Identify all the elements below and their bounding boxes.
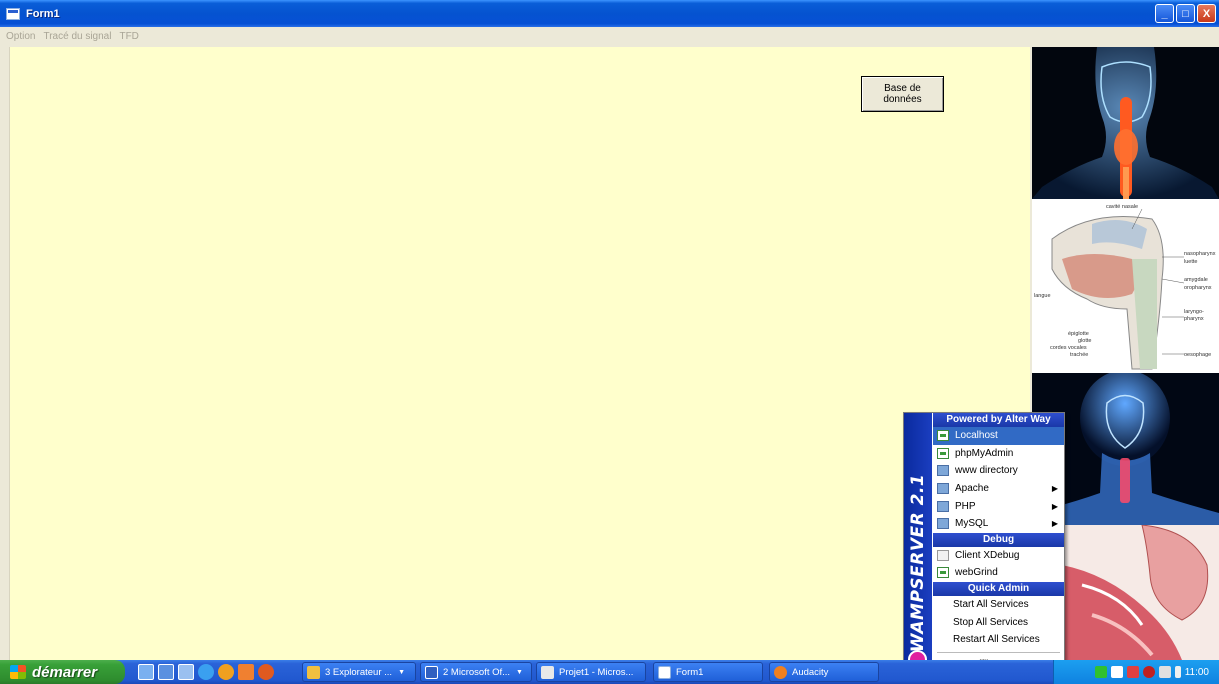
menu-tfd[interactable]: TFD [119, 31, 138, 42]
menubar: Option Tracé du signal TFD [0, 27, 1219, 46]
wamp-header-quick-admin: Quick Admin [933, 581, 1064, 596]
label-glotte: glotte [1078, 338, 1092, 344]
document-icon [937, 549, 949, 561]
task-explorateur[interactable]: 3 Explorateur ... ▼ [302, 662, 416, 682]
close-button[interactable]: X [1197, 4, 1216, 23]
menu-item-www-directory[interactable]: www directory [933, 462, 1064, 480]
menu-trace-du-signal[interactable]: Tracé du signal [43, 31, 111, 42]
folder-icon [937, 483, 949, 495]
minimize-button[interactable]: _ [1155, 4, 1174, 23]
database-button-label-line1: Base de [884, 83, 921, 94]
page-icon [937, 430, 949, 442]
label-epiglotte: épiglotte [1068, 331, 1089, 337]
window-controls: _ □ X [1155, 4, 1216, 23]
folder-icon [937, 500, 949, 512]
label-langue: langue [1034, 293, 1051, 299]
label-amygdale: amygdale [1184, 277, 1208, 283]
window-titlebar[interactable]: Form1 _ □ X [0, 0, 1219, 27]
audacity-icon [774, 665, 787, 679]
menu-item-mysql[interactable]: MySQL ▶ [933, 515, 1064, 533]
menu-separator [933, 649, 1064, 656]
label-luette: luette [1184, 259, 1198, 265]
start-label: démarrer [32, 663, 98, 681]
app-icon [6, 7, 20, 20]
dropdown-arrow-icon: ▼ [516, 668, 523, 676]
chrome-icon[interactable] [218, 664, 234, 680]
menu-option[interactable]: Option [6, 31, 35, 42]
label-laryngo: laryngo- [1184, 309, 1204, 315]
submenu-arrow-icon: ▶ [1051, 484, 1058, 494]
form-canvas [9, 47, 1030, 660]
page-icon [937, 447, 949, 459]
throat-xray-image [1032, 47, 1219, 199]
wamp-side-banner: WAMPSERVER 2.1 [904, 413, 932, 673]
internet-explorer-icon[interactable] [198, 664, 214, 680]
vb-project-icon [541, 665, 554, 679]
menu-item-restart-all-services[interactable]: Restart All Services [933, 631, 1064, 649]
network-icon[interactable] [178, 664, 194, 680]
folder-icon [307, 665, 320, 679]
wamp-side-title: WAMPSERVER 2.1 [908, 473, 928, 653]
throat-diagram-image: cavité nasale nasopharynx luette amygdal… [1032, 199, 1219, 373]
database-button[interactable]: Base de données [861, 76, 944, 112]
wamp-header-powered: Powered by Alter Way [933, 413, 1064, 427]
wamp-tray-icon[interactable] [1126, 666, 1139, 678]
taskbar: démarrer 3 Explorateur ... ▼ 2 Microsoft… [0, 660, 1219, 684]
task-form1[interactable]: Form1 [653, 662, 763, 682]
explorer-icon[interactable] [158, 664, 174, 680]
menu-item-webgrind[interactable]: webGrind [933, 564, 1064, 582]
show-desktop-icon[interactable] [138, 664, 154, 680]
label-trachee: trachée [1070, 352, 1089, 358]
label-oesophage: oesophage [1184, 352, 1212, 358]
label-nasopharynx: nasopharynx [1184, 251, 1216, 257]
task-projet1[interactable]: Projet1 - Micros... [536, 662, 646, 682]
folder-icon [937, 465, 949, 477]
windows-flag-icon [10, 665, 26, 679]
submenu-arrow-icon: ▶ [1051, 519, 1058, 529]
maximize-button[interactable]: □ [1176, 4, 1195, 23]
menu-item-stop-all-services[interactable]: Stop All Services [933, 613, 1064, 631]
label-oropharynx: oropharynx [1184, 285, 1212, 291]
clock[interactable]: 11:00 [1185, 667, 1209, 678]
menu-item-start-all-services[interactable]: Start All Services [933, 596, 1064, 614]
quick-launch [138, 664, 274, 680]
wampserver-tray-menu: WAMPSERVER 2.1 Powered by Alter Way Loca… [903, 412, 1065, 674]
people-icon[interactable] [238, 664, 254, 680]
page-icon [937, 567, 949, 579]
start-button[interactable]: démarrer [0, 660, 125, 684]
submenu-arrow-icon: ▶ [1051, 501, 1058, 511]
menu-item-apache[interactable]: Apache ▶ [933, 480, 1064, 498]
network-tray-icon[interactable] [1094, 666, 1107, 678]
task-audacity[interactable]: Audacity [769, 662, 879, 682]
database-button-label-line2: données [883, 94, 922, 105]
battery-icon[interactable] [1174, 666, 1181, 678]
firefox-icon[interactable] [258, 664, 274, 680]
volume-icon[interactable] [1158, 666, 1171, 678]
label-cordes-vocales: cordes vocales [1050, 345, 1087, 351]
wifi-tray-icon[interactable] [1110, 666, 1123, 678]
menu-item-php[interactable]: PHP ▶ [933, 497, 1064, 515]
menu-item-phpmyadmin[interactable]: phpMyAdmin [933, 445, 1064, 463]
antivirus-tray-icon[interactable] [1142, 666, 1155, 678]
system-tray: 11:00 [1053, 660, 1219, 684]
dropdown-arrow-icon: ▼ [398, 668, 405, 676]
label-pharynx: pharynx [1184, 316, 1204, 322]
wamp-header-debug: Debug [933, 532, 1064, 547]
menu-item-client-xdebug[interactable]: Client XDebug [933, 547, 1064, 565]
window-title: Form1 [26, 7, 60, 20]
form-icon [658, 665, 671, 679]
folder-icon [937, 518, 949, 530]
office-icon [425, 665, 438, 679]
menu-item-localhost[interactable]: Localhost [933, 427, 1064, 445]
task-microsoft-office[interactable]: 2 Microsoft Of... ▼ [420, 662, 532, 682]
label-cavite-nasale: cavité nasale [1106, 204, 1139, 210]
